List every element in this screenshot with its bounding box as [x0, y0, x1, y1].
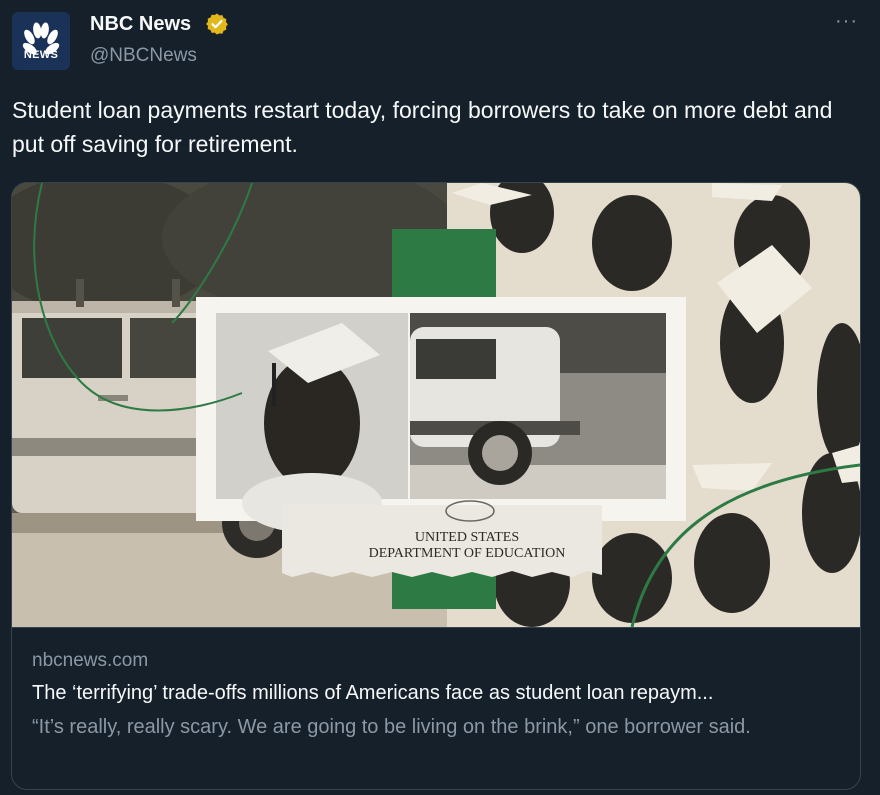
card-description: “It’s really, really scary. We are going…	[32, 716, 751, 738]
card-title[interactable]: The ‘terrifying’ trade-offs millions of …	[32, 682, 842, 705]
link-card[interactable]: UNITED STATES DEPARTMENT OF EDUCATION nb…	[11, 182, 861, 790]
image-label-line1: UNITED STATES	[415, 530, 519, 545]
handle[interactable]: @NBCNews	[90, 45, 197, 67]
more-options-icon[interactable]: ···	[835, 10, 858, 33]
article-image: UNITED STATES DEPARTMENT OF EDUCATION	[12, 183, 860, 627]
peacock-logo-icon	[22, 22, 60, 55]
avatar[interactable]: NEWS	[12, 12, 70, 70]
card-divider	[12, 627, 860, 628]
image-label-line2: DEPARTMENT OF EDUCATION	[369, 546, 566, 561]
card-domain: nbcnews.com	[32, 650, 149, 671]
tweet-text: Student loan payments restart today, for…	[12, 97, 833, 157]
verified-badge-icon[interactable]	[205, 12, 229, 36]
avatar-news-text: NEWS	[23, 49, 59, 61]
display-name[interactable]: NBC News	[90, 13, 191, 36]
